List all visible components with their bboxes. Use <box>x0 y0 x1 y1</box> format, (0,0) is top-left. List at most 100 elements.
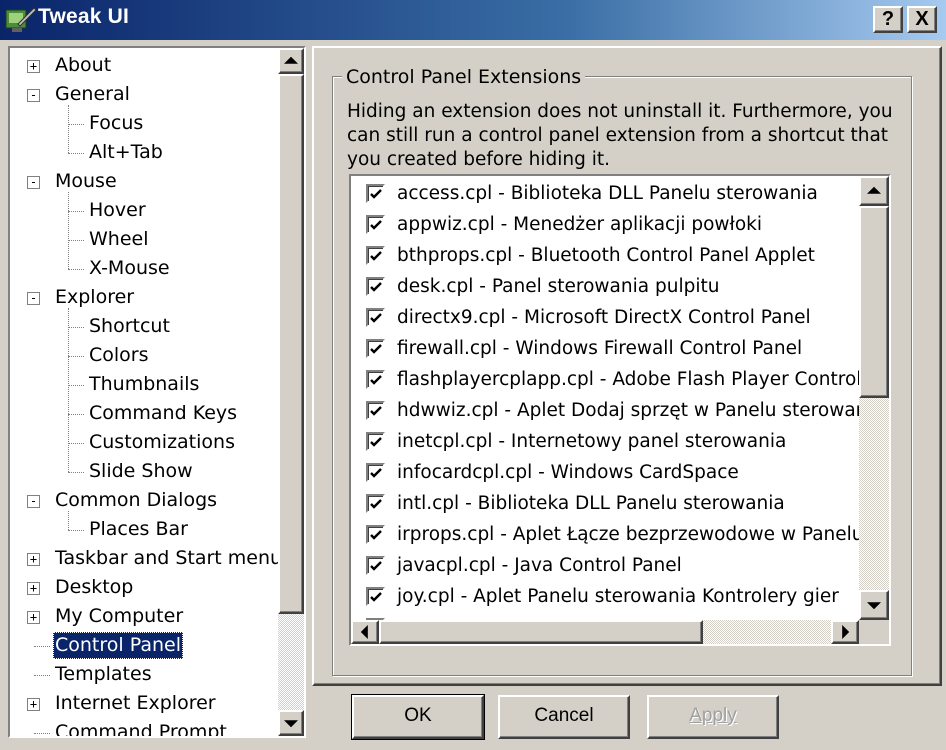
extension-row[interactable]: flashplayercplapp.cpl - Adobe Flash Play… <box>351 364 859 395</box>
window-title: Tweak UI <box>38 5 130 28</box>
extension-row[interactable]: bthprops.cpl - Bluetooth Control Panel A… <box>351 240 859 271</box>
ok-button[interactable]: OK <box>351 694 485 740</box>
extension-checkbox[interactable] <box>366 401 385 420</box>
tree-item-shortcut[interactable]: Shortcut <box>10 313 278 342</box>
extension-row[interactable]: hdwwiz.cpl - Aplet Dodaj sprzęt w Panelu… <box>351 395 859 426</box>
tree-item-common-dialogs[interactable]: - Common Dialogs <box>10 487 278 516</box>
extension-label: joy.cpl - Aplet Panelu sterowania Kontro… <box>397 586 839 607</box>
extension-row[interactable]: directx9.cpl - Microsoft DirectX Control… <box>351 302 859 333</box>
extension-row-partial[interactable] <box>351 612 859 620</box>
tree-item-customizations[interactable]: Customizations <box>10 429 278 458</box>
tree-item-my-computer[interactable]: + My Computer <box>10 603 278 632</box>
list-hscroll-thumb[interactable] <box>379 620 703 644</box>
tree-item-templates[interactable]: Templates <box>10 661 278 690</box>
tree-item-mouse[interactable]: - Mouse <box>10 168 278 197</box>
apply-button-label: Apply <box>689 705 737 726</box>
tree-scroll-down-button[interactable] <box>278 710 304 736</box>
extension-row[interactable]: appwiz.cpl - Menedżer aplikacji powłoki <box>351 209 859 240</box>
tree-item-x-mouse[interactable]: X-Mouse <box>10 255 278 284</box>
checkmark-icon <box>370 344 382 354</box>
tree-item-taskbar-and-start-menu[interactable]: + Taskbar and Start menu <box>10 545 282 574</box>
extension-label: infocardcpl.cpl - Windows CardSpace <box>397 462 739 483</box>
apply-button[interactable]: Apply <box>647 695 779 739</box>
tree-connector <box>68 511 69 530</box>
expand-plus-icon[interactable]: + <box>27 553 40 566</box>
extension-row[interactable]: desk.cpl - Panel sterowania pulpitu <box>351 271 859 302</box>
extension-checkbox[interactable] <box>366 432 385 451</box>
extension-checkbox[interactable] <box>366 370 385 389</box>
tree-item-wheel[interactable]: Wheel <box>10 226 278 255</box>
extension-row[interactable]: inetcpl.cpl - Internetowy panel sterowan… <box>351 426 859 457</box>
extension-checkbox[interactable] <box>366 246 385 265</box>
list-scroll-down-button[interactable] <box>859 590 889 620</box>
category-tree[interactable]: + About - General Focus Alt+Tab - Mouse Hover Whe… <box>8 46 306 738</box>
tree-item-focus[interactable]: Focus <box>10 110 278 139</box>
extension-checkbox[interactable] <box>366 308 385 327</box>
extension-checkbox[interactable] <box>366 556 385 575</box>
extension-row[interactable]: firewall.cpl - Windows Firewall Control … <box>351 333 859 364</box>
extension-label: javacpl.cpl - Java Control Panel <box>397 555 682 576</box>
extension-row[interactable]: irprops.cpl - Aplet Łącze bezprzewodowe … <box>351 519 859 550</box>
extension-checkbox[interactable] <box>366 494 385 513</box>
extension-checkbox[interactable] <box>366 525 385 544</box>
collapse-minus-icon[interactable]: - <box>27 176 40 189</box>
extension-row[interactable]: access.cpl - Biblioteka DLL Panelu stero… <box>351 178 859 209</box>
tree-item-explorer[interactable]: - Explorer <box>10 284 278 313</box>
scroll-corner <box>859 620 889 644</box>
close-button[interactable]: X <box>907 6 937 33</box>
collapse-minus-icon[interactable]: - <box>27 495 40 508</box>
extension-checkbox[interactable] <box>366 277 385 296</box>
tree-item-colors[interactable]: Colors <box>10 342 278 371</box>
collapse-minus-icon[interactable]: - <box>27 292 40 305</box>
tree-item-label: Thumbnails <box>89 373 200 395</box>
extension-row[interactable]: intl.cpl - Biblioteka DLL Panelu sterowa… <box>351 488 859 519</box>
help-button[interactable]: ? <box>873 6 903 33</box>
tree-item-about[interactable]: + About <box>10 52 278 81</box>
extension-checkbox[interactable] <box>366 184 385 203</box>
tree-item-control-panel[interactable]: Control Panel <box>10 632 278 661</box>
extension-label: firewall.cpl - Windows Firewall Control … <box>397 338 803 359</box>
extension-label: inetcpl.cpl - Internetowy panel sterowan… <box>397 431 787 452</box>
expand-plus-icon[interactable]: + <box>27 582 40 595</box>
list-scroll-up-button[interactable] <box>859 176 889 206</box>
extension-row[interactable]: infocardcpl.cpl - Windows CardSpace <box>351 457 859 488</box>
collapse-minus-icon[interactable]: - <box>27 89 40 102</box>
expand-plus-icon[interactable]: + <box>27 698 40 711</box>
extension-checkbox[interactable] <box>366 215 385 234</box>
tree-scroll-up-button[interactable] <box>278 48 304 74</box>
list-scroll-right-button[interactable] <box>831 620 859 644</box>
extension-checkbox[interactable] <box>366 587 385 606</box>
expand-plus-icon[interactable]: + <box>27 60 40 73</box>
extensions-list[interactable]: access.cpl - Biblioteka DLL Panelu stero… <box>349 174 891 646</box>
list-scroll-left-button[interactable] <box>351 620 379 644</box>
expand-plus-icon[interactable]: + <box>27 611 40 624</box>
list-vscrollbar[interactable] <box>859 176 889 620</box>
extension-row[interactable]: javacpl.cpl - Java Control Panel <box>351 550 859 581</box>
tree-item-label: Desktop <box>55 576 134 598</box>
tree-item-label: Wheel <box>89 228 149 250</box>
tree-item-general[interactable]: - General <box>10 81 278 110</box>
tree-scroll-thumb[interactable] <box>278 74 304 614</box>
extension-checkbox[interactable] <box>366 339 385 358</box>
extension-checkbox[interactable] <box>366 463 385 482</box>
extension-label: intl.cpl - Biblioteka DLL Panelu sterowa… <box>397 493 785 514</box>
tree-item-places-bar[interactable]: Places Bar <box>10 516 278 545</box>
tree-item-slide-show[interactable]: Slide Show <box>10 458 278 487</box>
tree-item-command-keys[interactable]: Command Keys <box>10 400 278 429</box>
cancel-button[interactable]: Cancel <box>498 695 630 739</box>
tree-item-desktop[interactable]: + Desktop <box>10 574 278 603</box>
help-icon: ? <box>881 8 895 30</box>
extension-row[interactable]: joy.cpl - Aplet Panelu sterowania Kontro… <box>351 581 859 612</box>
list-vscroll-thumb[interactable] <box>859 206 889 398</box>
list-hscrollbar[interactable] <box>351 620 859 644</box>
tree-item-thumbnails[interactable]: Thumbnails <box>10 371 278 400</box>
tree-item-internet-explorer[interactable]: + Internet Explorer <box>10 690 278 719</box>
checkmark-icon <box>370 406 382 416</box>
title-bar[interactable]: Tweak UI ? X <box>0 0 946 40</box>
extension-label: desk.cpl - Panel sterowania pulpitu <box>397 276 720 297</box>
tree-item-label: Colors <box>89 344 149 366</box>
tree-scrollbar[interactable] <box>278 48 304 736</box>
tree-item-alt-tab[interactable]: Alt+Tab <box>10 139 278 168</box>
tree-item-command-prompt[interactable]: Command Prompt <box>10 719 278 736</box>
tree-item-hover[interactable]: Hover <box>10 197 278 226</box>
